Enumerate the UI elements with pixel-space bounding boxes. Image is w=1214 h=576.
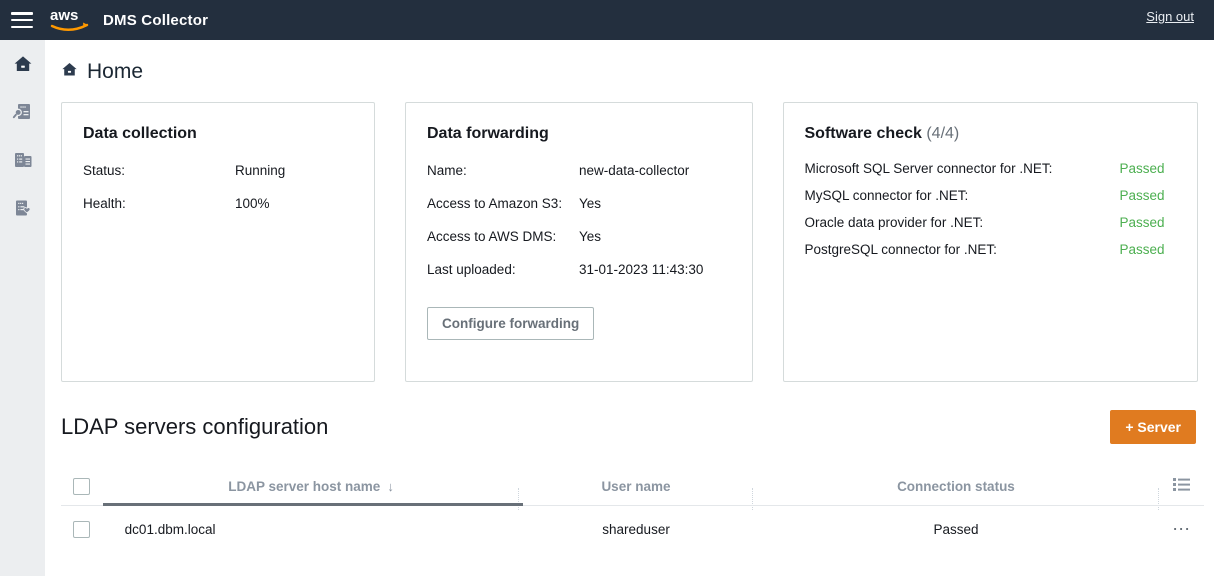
forwarding-name-label: Name: — [427, 161, 579, 182]
sidebar-item-home[interactable] — [0, 40, 45, 88]
ldap-section-title: LDAP servers configuration — [61, 414, 328, 440]
add-server-button[interactable]: + Server — [1110, 410, 1196, 444]
table-row[interactable]: dc01.dbm.local shareduser Passed ⋯ — [61, 506, 1204, 552]
access-s3-label: Access to Amazon S3: — [427, 194, 579, 215]
left-sidebar — [0, 40, 45, 576]
software-check-count: (4/4) — [926, 125, 959, 142]
row-checkbox-cell — [61, 521, 103, 538]
ldap-section-header: LDAP servers configuration + Server — [45, 382, 1214, 444]
forwarding-name-value: new-data-collector — [579, 161, 689, 182]
software-check-label: Microsoft SQL Server connector for .NET: — [805, 161, 1120, 176]
list-view-icon[interactable] — [1173, 477, 1191, 496]
forwarding-name-row: Name: new-data-collector — [427, 161, 731, 182]
access-dms-row: Access to AWS DMS: Yes — [427, 227, 731, 248]
health-value: 100% — [235, 194, 270, 215]
health-label: Health: — [83, 194, 235, 215]
software-check-label: MySQL connector for .NET: — [805, 188, 1120, 203]
column-header-host-name-label: LDAP server host name — [228, 479, 380, 494]
select-all-checkbox-cell — [61, 478, 103, 495]
svg-text:aws: aws — [50, 7, 78, 24]
table-settings-cell — [1159, 477, 1204, 496]
column-header-host-name[interactable]: LDAP server host name ↓ — [103, 479, 520, 494]
main-content: Home Data collection Status: Running Hea… — [45, 40, 1214, 576]
card-title: Data collection — [83, 125, 353, 143]
software-check-value: Passed — [1120, 215, 1165, 230]
cell-user-name: shareduser — [520, 522, 753, 537]
aws-logo: aws — [49, 7, 91, 33]
configure-forwarding-button[interactable]: Configure forwarding — [427, 307, 594, 340]
cell-connection-status: Passed — [753, 522, 1160, 537]
column-header-connection-status-label: Connection status — [897, 479, 1015, 494]
sort-descending-icon: ↓ — [387, 479, 394, 494]
home-icon — [13, 54, 33, 74]
last-uploaded-row: Last uploaded: 31-01-2023 11:43:30 — [427, 260, 731, 281]
ellipsis-icon[interactable]: ⋯ — [1172, 520, 1191, 538]
page-title: Home — [87, 60, 143, 84]
top-navigation-bar: aws DMS Collector Sign out — [0, 0, 1214, 40]
app-root: aws DMS Collector Sign out — [0, 0, 1214, 576]
summary-cards: Data collection Status: Running Health: … — [45, 84, 1214, 382]
software-check-row: MySQL connector for .NET: Passed — [805, 188, 1177, 203]
software-check-card: Software check (4/4) Microsoft SQL Serve… — [783, 102, 1199, 382]
software-check-value: Passed — [1120, 188, 1165, 203]
row-actions-cell: ⋯ — [1159, 520, 1204, 538]
access-s3-row: Access to Amazon S3: Yes — [427, 194, 731, 215]
column-header-user-name-label: User name — [601, 479, 670, 494]
software-check-label: Oracle data provider for .NET: — [805, 215, 1120, 230]
software-check-value: Passed — [1120, 161, 1165, 176]
last-uploaded-label: Last uploaded: — [427, 260, 579, 281]
app-title: DMS Collector — [103, 12, 208, 29]
sidebar-item-servers[interactable] — [0, 136, 45, 184]
status-value: Running — [235, 161, 285, 182]
last-uploaded-value: 31-01-2023 11:43:30 — [579, 260, 703, 281]
access-dms-value: Yes — [579, 227, 601, 248]
health-row: Health: 100% — [83, 194, 353, 215]
select-all-checkbox[interactable] — [73, 478, 90, 495]
servers-copy-icon — [12, 149, 34, 171]
data-forwarding-card: Data forwarding Name: new-data-collector… — [405, 102, 753, 382]
card-title: Data forwarding — [427, 125, 731, 143]
sidebar-item-server-search[interactable] — [0, 88, 45, 136]
column-header-user-name[interactable]: User name — [519, 479, 752, 494]
cell-host-name: dc01.dbm.local — [103, 522, 520, 537]
software-check-row: PostgreSQL connector for .NET: Passed — [805, 242, 1177, 257]
ldap-servers-table: LDAP server host name ↓ User name Connec… — [61, 466, 1204, 552]
software-check-row: Microsoft SQL Server connector for .NET:… — [805, 161, 1177, 176]
sidebar-item-server-health[interactable] — [0, 184, 45, 232]
status-label: Status: — [83, 161, 235, 182]
hamburger-icon[interactable] — [11, 12, 33, 28]
breadcrumb: Home — [45, 40, 1214, 84]
card-title: Software check (4/4) — [805, 125, 1177, 143]
access-dms-label: Access to AWS DMS: — [427, 227, 579, 248]
software-check-label: PostgreSQL connector for .NET: — [805, 242, 1120, 257]
server-search-icon — [12, 101, 34, 123]
software-check-row: Oracle data provider for .NET: Passed — [805, 215, 1177, 230]
software-check-value: Passed — [1120, 242, 1165, 257]
access-s3-value: Yes — [579, 194, 601, 215]
sign-out-link[interactable]: Sign out — [1146, 9, 1194, 24]
card-title-text: Software check — [805, 125, 922, 142]
column-header-connection-status[interactable]: Connection status — [753, 479, 1160, 494]
home-icon — [61, 61, 78, 83]
row-checkbox[interactable] — [73, 521, 90, 538]
data-collection-card: Data collection Status: Running Health: … — [61, 102, 375, 382]
status-row: Status: Running — [83, 161, 353, 182]
server-health-icon — [12, 197, 34, 219]
sorted-column-indicator — [103, 503, 523, 506]
table-header-row: LDAP server host name ↓ User name Connec… — [61, 466, 1204, 506]
